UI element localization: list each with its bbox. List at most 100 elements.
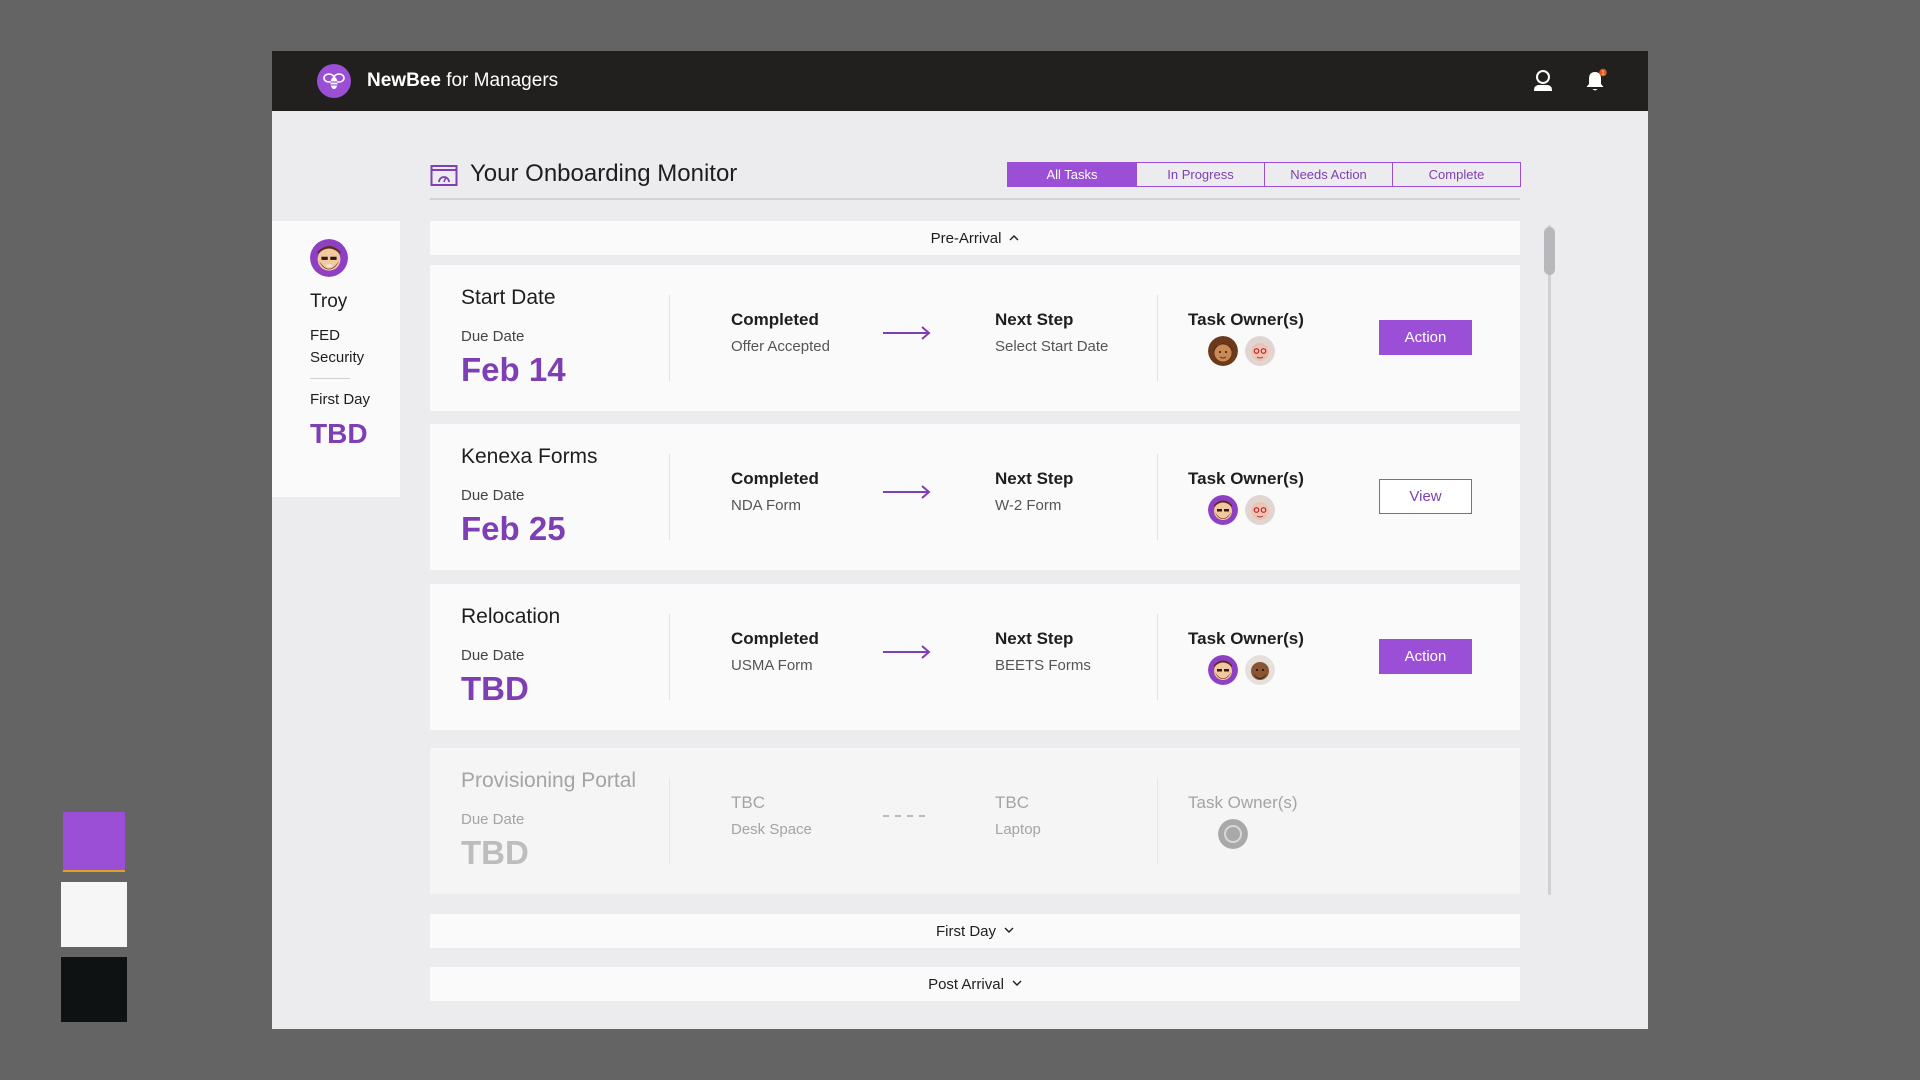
view-button[interactable]: View: [1379, 479, 1472, 514]
section-pre-arrival-label: Pre-Arrival: [930, 229, 1002, 247]
task-name: Provisioning Portal: [461, 769, 637, 792]
tab-complete[interactable]: Complete: [1392, 163, 1520, 186]
task-owners-label: Task Owner(s): [1188, 469, 1304, 488]
task-owners: [1218, 819, 1248, 849]
completed-value: Desk Space: [731, 821, 812, 838]
task-owners-label: Task Owner(s): [1188, 629, 1304, 648]
card-divider: [669, 778, 670, 864]
page-title: Your Onboarding Monitor: [470, 160, 738, 187]
owner-avatar[interactable]: [1245, 336, 1275, 366]
next-step-value: Laptop: [995, 821, 1041, 838]
card-divider: [669, 295, 670, 381]
due-date-label: Due Date: [461, 328, 525, 345]
scrollbar-thumb[interactable]: [1544, 227, 1555, 275]
section-post-arrival[interactable]: Post Arrival: [430, 967, 1520, 1001]
task-card-provisioning-portal: Provisioning Portal Due Date TBD TBC Des…: [430, 748, 1520, 894]
task-name: Relocation: [461, 605, 561, 628]
card-divider: [1157, 614, 1158, 700]
arrow-right-icon: [883, 645, 931, 664]
brand-suffix: for Managers: [446, 70, 559, 91]
employee-dept-line1: FED: [310, 327, 340, 344]
task-owners-label: Task Owner(s): [1188, 793, 1298, 812]
owner-avatar[interactable]: [1245, 655, 1275, 685]
section-first-day-label: First Day: [936, 922, 996, 940]
card-divider: [669, 454, 670, 540]
next-step-label: Next Step: [995, 469, 1074, 488]
card-divider: [669, 614, 670, 700]
next-step-value: BEETS Forms: [995, 657, 1091, 674]
employee-divider: [310, 378, 350, 379]
section-pre-arrival[interactable]: Pre-Arrival: [430, 221, 1520, 255]
due-date-value: TBD: [461, 834, 529, 871]
employee-dept-line2: Security: [310, 349, 365, 366]
task-card-relocation[interactable]: Relocation Due Date TBD Completed USMA F…: [430, 584, 1520, 730]
card-divider: [1157, 454, 1158, 540]
completed-value: NDA Form: [731, 497, 802, 514]
employee-department: FED Security: [310, 325, 364, 369]
task-card-start-date[interactable]: Start Date Due Date Feb 14 Completed Off…: [430, 265, 1520, 411]
employee-avatar: [310, 239, 348, 277]
palette-swatch-purple: [63, 812, 125, 872]
dashed-connector-icon: [883, 809, 931, 828]
task-owners: [1208, 495, 1275, 525]
user-profile-icon[interactable]: [1529, 67, 1557, 95]
tab-in-progress[interactable]: In Progress: [1136, 163, 1264, 186]
completed-label: Completed: [731, 310, 819, 329]
palette-swatch-white: [61, 882, 127, 947]
due-date-label: Due Date: [461, 811, 525, 828]
employee-name: Troy: [310, 291, 348, 312]
due-date-value: Feb 14: [461, 351, 566, 388]
tab-all-tasks[interactable]: All Tasks: [1008, 163, 1136, 186]
arrow-right-icon: [883, 326, 931, 345]
completed-label: TBC: [731, 793, 765, 812]
section-post-arrival-label: Post Arrival: [928, 975, 1004, 993]
owner-avatar[interactable]: [1208, 336, 1238, 366]
first-day-value: TBD: [310, 418, 368, 449]
first-day-label: First Day: [310, 391, 370, 408]
owner-avatar[interactable]: [1245, 495, 1275, 525]
placeholder-avatar-icon: [1218, 819, 1248, 849]
notification-count: 1: [1601, 70, 1604, 76]
due-date-label: Due Date: [461, 647, 525, 664]
bee-icon[interactable]: [317, 64, 351, 98]
filter-tabs: All Tasks In Progress Needs Action Compl…: [1007, 162, 1521, 187]
scrollbar-track[interactable]: [1548, 225, 1551, 895]
next-step-value: Select Start Date: [995, 338, 1109, 355]
completed-label: Completed: [731, 469, 819, 488]
task-owners: [1208, 336, 1275, 366]
chevron-down-icon: [1004, 925, 1014, 937]
task-name: Start Date: [461, 286, 556, 309]
card-divider: [1157, 778, 1158, 864]
completed-label: Completed: [731, 629, 819, 648]
owner-avatar[interactable]: [1208, 655, 1238, 685]
palette-swatch-black: [61, 957, 127, 1022]
chevron-down-icon: [1012, 978, 1022, 990]
due-date-value: Feb 25: [461, 510, 566, 547]
task-owners: [1208, 655, 1275, 685]
tab-needs-action[interactable]: Needs Action: [1264, 163, 1392, 186]
brand-title: NewBee for Managers: [367, 70, 558, 92]
header-divider: [430, 198, 1520, 200]
task-card-kenexa-forms[interactable]: Kenexa Forms Due Date Feb 25 Completed N…: [430, 424, 1520, 570]
app-window: NewBee for Managers 1 Troy FED Security …: [272, 51, 1648, 1029]
arrow-right-icon: [883, 485, 931, 504]
section-first-day[interactable]: First Day: [430, 914, 1520, 948]
action-button[interactable]: Action: [1379, 639, 1472, 674]
next-step-label: Next Step: [995, 310, 1074, 329]
completed-value: USMA Form: [731, 657, 813, 674]
brand-name: NewBee: [367, 70, 441, 91]
monitor-icon: [430, 163, 458, 192]
card-divider: [1157, 295, 1158, 381]
due-date-label: Due Date: [461, 487, 525, 504]
next-step-label: TBC: [995, 793, 1029, 812]
completed-value: Offer Accepted: [731, 338, 830, 355]
owner-avatar[interactable]: [1208, 495, 1238, 525]
notification-bell-icon[interactable]: 1: [1582, 67, 1610, 95]
due-date-value: TBD: [461, 670, 529, 707]
top-bar: NewBee for Managers 1: [272, 51, 1648, 111]
action-button[interactable]: Action: [1379, 320, 1472, 355]
task-name: Kenexa Forms: [461, 445, 598, 468]
employee-card[interactable]: Troy FED Security First Day TBD: [272, 221, 400, 497]
next-step-label: Next Step: [995, 629, 1074, 648]
chevron-up-icon: [1009, 232, 1019, 244]
